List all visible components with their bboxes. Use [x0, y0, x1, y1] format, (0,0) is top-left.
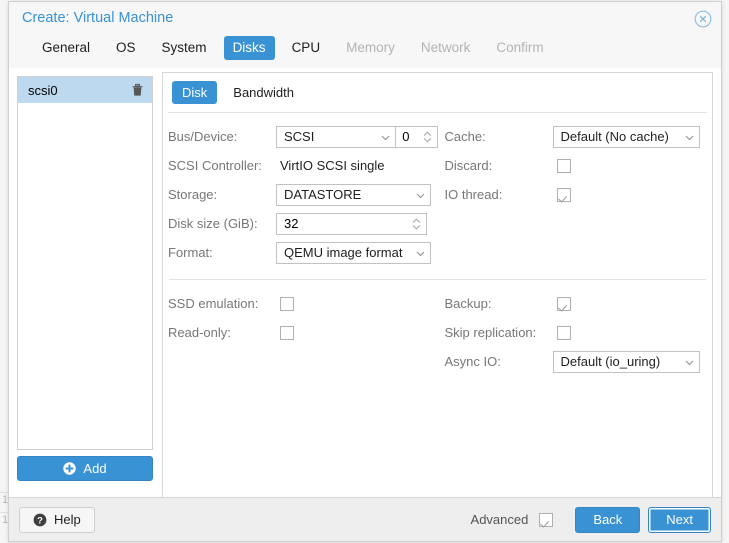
tab-network: Network	[420, 40, 471, 55]
disk-form-left-column: Bus/Device: SCSI 0 SCSI Controller: Virt…	[168, 122, 438, 267]
skip-replication-label: Skip replication:	[444, 325, 537, 340]
close-icon[interactable]	[694, 10, 712, 28]
add-disk-button[interactable]: Add	[17, 456, 153, 481]
scsi-controller-value: VirtIO SCSI single	[280, 158, 385, 173]
subtab-separator	[168, 112, 707, 113]
svg-text:?: ?	[37, 514, 43, 525]
tab-confirm: Confirm	[496, 40, 544, 55]
read-only-label: Read-only:	[168, 325, 231, 340]
disk-form-advanced: SSD emulation: Read-only: Backup: Skip r	[163, 289, 712, 376]
field-backup: Backup:	[445, 289, 708, 318]
discard-label: Discard:	[444, 158, 493, 173]
cache-select[interactable]: Default (No cache)	[552, 125, 700, 148]
disk-size-stepper[interactable]: 32	[276, 212, 427, 235]
async-io-label: Async IO:	[444, 354, 501, 369]
format-select[interactable]: QEMU image format	[276, 241, 431, 264]
backup-checkbox[interactable]	[556, 296, 571, 311]
ssd-emulation-checkbox[interactable]	[280, 296, 294, 311]
disk-size-value: 32	[284, 216, 299, 231]
chevron-down-icon	[380, 131, 391, 142]
question-circle-icon: ?	[33, 513, 47, 527]
tab-os[interactable]: OS	[107, 36, 145, 60]
field-cache: Cache: Default (No cache)	[445, 122, 708, 151]
field-storage: Storage: DATASTORE	[168, 180, 438, 209]
chevron-down-icon	[684, 356, 695, 367]
spinner-arrows-icon[interactable]	[411, 217, 422, 231]
bus-select-value: SCSI	[284, 129, 315, 144]
advanced-toggle[interactable]: Advanced	[471, 512, 554, 527]
disk-settings-panel: Disk Bandwidth Bus/Device: SCSI 0 SCSI C…	[162, 72, 713, 497]
dialog-title: Create: Virtual Machine	[22, 10, 174, 26]
scsi-controller-label: SCSI Controller:	[168, 158, 262, 173]
storage-select-value: DATASTORE	[284, 187, 362, 202]
field-format: Format: QEMU image format	[168, 238, 438, 267]
advanced-left-column: SSD emulation: Read-only:	[168, 289, 438, 376]
chevron-down-icon	[684, 131, 695, 142]
field-scsi-controller: SCSI Controller: VirtIO SCSI single	[168, 151, 438, 180]
device-number-value: 0	[402, 129, 410, 144]
next-button[interactable]: Next	[648, 506, 711, 533]
field-discard: Discard:	[445, 151, 708, 180]
chevron-down-icon	[415, 247, 426, 258]
field-read-only: Read-only:	[168, 318, 438, 347]
disk-item-label: scsi0	[28, 82, 58, 98]
read-only-checkbox[interactable]	[280, 325, 294, 340]
storage-select[interactable]: DATASTORE	[276, 183, 431, 206]
skip-replication-checkbox[interactable]	[556, 325, 571, 340]
discard-checkbox[interactable]	[556, 158, 571, 173]
cache-select-value: Default (No cache)	[560, 129, 669, 144]
device-number-stepper[interactable]: 0	[396, 125, 438, 148]
advanced-label: Advanced	[470, 512, 529, 527]
plus-circle-icon	[63, 462, 77, 475]
spinner-arrows-icon[interactable]	[422, 130, 433, 144]
io-thread-label: IO thread:	[444, 187, 503, 202]
tab-cpu[interactable]: CPU	[283, 36, 330, 60]
format-label: Format:	[168, 245, 213, 260]
field-io-thread: IO thread:	[445, 180, 708, 209]
dialog-titlebar: Create: Virtual Machine	[9, 2, 721, 36]
tab-general[interactable]: General	[33, 36, 99, 60]
field-bus-device: Bus/Device: SCSI 0	[168, 122, 438, 151]
list-item[interactable]: scsi0	[18, 77, 152, 103]
field-skip-replication: Skip replication:	[445, 318, 708, 347]
field-disk-size: Disk size (GiB): 32	[168, 209, 438, 238]
cache-label: Cache:	[444, 129, 486, 144]
chevron-down-icon	[415, 189, 426, 200]
dialog-footer: ? Help Advanced Back Next	[9, 497, 721, 541]
help-button[interactable]: ? Help	[19, 506, 95, 533]
tab-system[interactable]: System	[153, 36, 216, 60]
create-vm-dialog: Create: Virtual Machine General OS Syste…	[8, 1, 722, 542]
disk-list-panel: scsi0 Add	[17, 72, 153, 497]
field-ssd-emulation: SSD emulation:	[168, 289, 438, 318]
wizard-tabbar: General OS System Disks CPU Memory Netwo…	[9, 36, 721, 68]
format-select-value: QEMU image format	[284, 245, 403, 260]
backup-label: Backup:	[444, 296, 492, 311]
subtab-bandwidth[interactable]: Bandwidth	[223, 81, 304, 104]
disk-subtabbar: Disk Bandwidth	[163, 81, 712, 104]
disk-size-label: Disk size (GiB):	[168, 216, 258, 231]
add-disk-label: Add	[83, 461, 107, 476]
disk-form-right-column: Cache: Default (No cache) Discard: IO th…	[438, 122, 708, 267]
trash-icon[interactable]	[131, 83, 144, 97]
storage-label: Storage:	[168, 187, 218, 202]
async-io-select[interactable]: Default (io_uring)	[552, 350, 700, 373]
disk-form-top: Bus/Device: SCSI 0 SCSI Controller: Virt…	[163, 122, 712, 267]
ssd-emulation-label: SSD emulation:	[168, 296, 259, 311]
back-button[interactable]: Back	[575, 506, 641, 533]
advanced-separator	[169, 279, 706, 280]
io-thread-checkbox[interactable]	[556, 187, 571, 202]
tab-disks[interactable]: Disks	[223, 36, 275, 60]
help-button-label: Help	[54, 512, 81, 527]
bus-device-label: Bus/Device:	[168, 129, 238, 144]
tab-memory: Memory	[346, 40, 395, 55]
field-async-io: Async IO: Default (io_uring)	[445, 347, 708, 376]
subtab-disk[interactable]: Disk	[172, 81, 218, 104]
dialog-body: scsi0 Add Disk Bandwidth Bus/Device: SCS…	[9, 68, 721, 497]
async-io-select-value: Default (io_uring)	[560, 354, 661, 369]
advanced-checkbox[interactable]	[539, 512, 554, 527]
disk-list: scsi0	[17, 76, 153, 450]
advanced-right-column: Backup: Skip replication: Async IO: Defa…	[438, 289, 708, 376]
bus-select[interactable]: SCSI	[276, 125, 397, 148]
